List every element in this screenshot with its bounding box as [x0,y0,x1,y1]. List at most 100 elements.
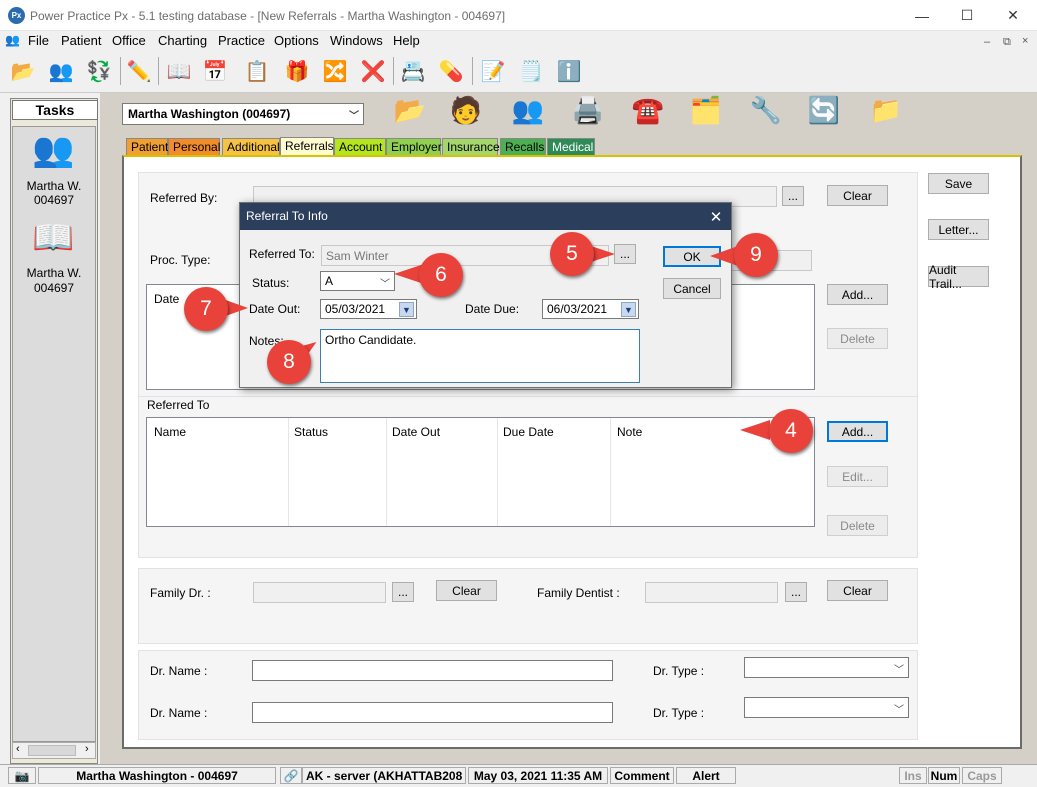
referred-by-browse-button[interactable]: ... [782,186,804,206]
grid-header-note: Note [617,425,643,439]
tab-recalls[interactable]: Recalls [500,138,546,155]
cancel-button[interactable]: Cancel [663,278,721,299]
task-item-name[interactable]: Martha W. [12,267,96,280]
tab-insurance[interactable]: Insurance [442,138,500,155]
referred-to-browse-button[interactable]: ... [614,244,636,264]
status-select[interactable]: A ﹀ [320,271,395,291]
edi-icon[interactable]: 🔀 [320,55,350,87]
close-window-button[interactable]: ✕ [990,0,1036,31]
tab-additional[interactable]: Additional [222,138,280,155]
letter-button[interactable]: Letter... [928,219,989,240]
refresh-icon[interactable]: 🔄 [806,92,842,128]
patients-icon[interactable]: 👥 [32,130,76,174]
printer-icon[interactable]: 🖨️ [570,92,606,128]
folder-sync-icon[interactable]: 📁 [868,92,904,128]
menu-windows[interactable]: Windows [330,33,383,48]
mdi-minimize-button[interactable]: – [984,36,990,48]
menu-help[interactable]: Help [393,33,420,48]
documents-icon[interactable]: 📇 [398,55,428,87]
family-dr-browse-button[interactable]: ... [392,582,414,602]
family-dr-clear-button[interactable]: Clear [436,580,497,601]
add-referral-button[interactable]: Add... [827,284,888,305]
calendar-dropdown-icon[interactable]: ▼ [621,302,636,317]
tab-referrals[interactable]: Referrals [280,137,334,156]
date-due-picker[interactable]: 06/03/2021 ▼ [542,299,639,319]
task-item-name[interactable]: Martha W. [12,180,96,193]
delete-referred-to-button[interactable]: Delete [827,515,888,536]
dr-type-select[interactable]: ﹀ [744,697,909,718]
calendar-dropdown-icon[interactable]: ▼ [399,302,414,317]
status-alert[interactable]: Alert [676,767,736,784]
edit-referred-to-button[interactable]: Edit... [827,466,888,487]
patients-icon[interactable]: 👥 [46,55,76,87]
referred-by-clear-button[interactable]: Clear [827,185,888,206]
wrench-icon[interactable]: 🔧 [748,92,784,128]
mdi-close-button[interactable]: × [1022,35,1028,47]
tab-medical[interactable]: Medical [547,138,595,155]
medication-icon[interactable]: 💊 [436,55,466,87]
tab-personal[interactable]: Personal [168,138,220,155]
family-dr-field[interactable] [253,582,386,603]
family-dentist-field[interactable] [645,582,778,603]
status-comment[interactable]: Comment [610,767,674,784]
file-folder-icon[interactable]: 🗂️ [688,92,724,128]
scroll-left-icon[interactable]: ‹ [16,743,20,755]
grid-header-due-date: Due Date [503,425,554,439]
scroll-right-icon[interactable]: › [85,743,89,755]
dr-name-field[interactable] [252,702,613,723]
delete-referral-button[interactable]: Delete [827,328,888,349]
appointment-book-icon[interactable]: 📖 [164,55,194,87]
tab-account[interactable]: Account [334,138,386,155]
memo-icon[interactable]: 🗒️ [516,55,546,87]
dr-name-field[interactable] [252,660,613,681]
save-button[interactable]: Save [928,173,989,194]
cancel-icon[interactable]: ❌ [358,55,388,87]
menu-options[interactable]: Options [274,33,319,48]
menu-office[interactable]: Office [112,33,146,48]
menu-charting[interactable]: Charting [158,33,207,48]
status-datetime: May 03, 2021 11:35 AM [468,767,608,784]
mdi-restore-button[interactable]: ⧉ [1003,36,1011,49]
notes-textarea[interactable]: Ortho Candidate. [320,329,640,383]
menu-patient[interactable]: Patient [61,33,101,48]
camera-icon[interactable]: 📷 [8,767,36,784]
family-dentist-clear-button[interactable]: Clear [827,580,888,601]
chevron-down-icon: ﹀ [894,665,904,676]
minimize-button[interactable]: — [899,0,945,31]
status-num: Num [928,767,960,784]
family-dentist-browse-button[interactable]: ... [785,582,807,602]
toolbar-separator [393,57,394,85]
task-item-id[interactable]: 004697 [12,282,96,295]
info-icon[interactable]: ℹ️ [554,55,584,87]
dialog-close-icon[interactable]: ✕ [702,203,730,230]
exchange-icon[interactable]: 💱 [84,55,114,87]
notes-icon[interactable]: 📝 [478,55,508,87]
tab-patient[interactable]: Patient [126,138,168,155]
maximize-button[interactable]: ☐ [944,0,990,31]
users-icon[interactable]: 👥 [510,92,546,128]
menu-file[interactable]: File [28,33,49,48]
family-group [138,568,918,644]
user-icon[interactable]: 🧑 [448,92,484,128]
dr-type-select[interactable]: ﹀ [744,657,909,678]
pencil-icon[interactable]: ✏️ [124,55,154,87]
gift-icon[interactable]: 🎁 [282,55,312,87]
scroll-thumb[interactable] [28,745,76,756]
chevron-down-icon: ﹀ [349,111,359,122]
status-label: Status: [252,276,290,290]
toolbar-separator [120,57,121,85]
book-icon[interactable]: 📖 [32,218,76,262]
menu-practice[interactable]: Practice [218,33,265,48]
task-item-id[interactable]: 004697 [12,194,96,207]
phone-icon[interactable]: ☎️ [630,92,666,128]
audit-trail-button[interactable]: Audit Trail... [928,263,989,291]
chart-icon[interactable]: 📋 [242,55,272,87]
tab-employer[interactable]: Employer [386,138,442,155]
patient-selector[interactable]: Martha Washington (004697) ﹀ [122,103,364,125]
open-folder-icon[interactable]: 📂 [8,55,38,87]
referred-to-grid[interactable]: Name Status Date Out Due Date Note [146,417,815,527]
add-referred-to-button[interactable]: Add... [827,421,888,442]
date-out-picker[interactable]: 05/03/2021 ▼ [320,299,417,319]
calendar-icon[interactable]: 📅 [200,55,230,87]
folder-icon[interactable]: 📂 [392,92,428,128]
